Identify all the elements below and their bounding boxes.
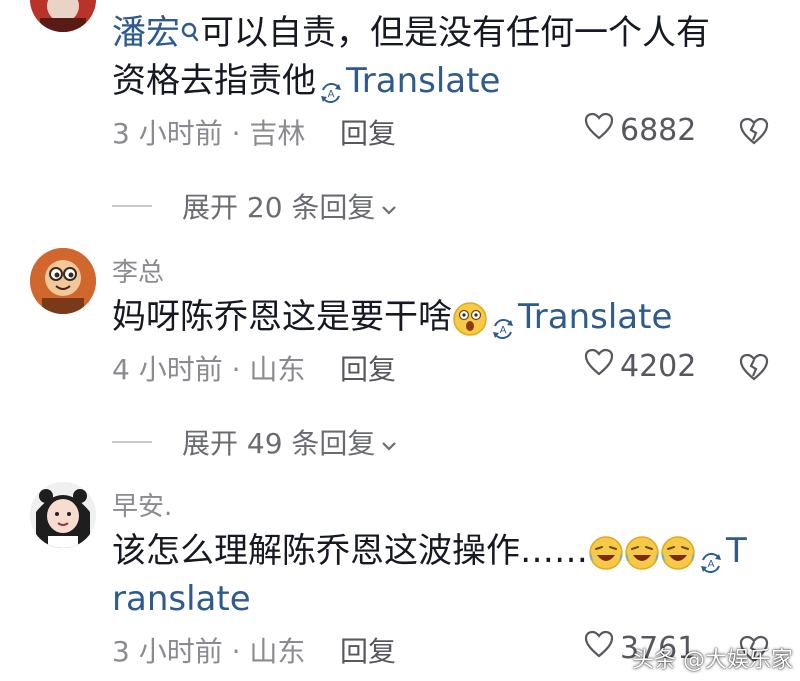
comment-text: 潘宏 可以自责，但是没有任何一个人有	[112, 8, 710, 58]
comment-text: 该怎么理解陈乔恩这波操作…… A T	[112, 526, 747, 576]
comment-time-location: 4 小时前 · 山东	[112, 353, 306, 386]
like-button[interactable]: 6882	[584, 112, 696, 148]
translate-icon[interactable]: A	[318, 70, 344, 103]
svg-text:A: A	[500, 325, 507, 336]
avatar[interactable]	[30, 248, 96, 314]
laughing-emoji-icon	[588, 535, 624, 571]
translate-link[interactable]: Translate	[346, 61, 500, 101]
translate-icon[interactable]: A	[490, 306, 516, 339]
search-icon[interactable]	[180, 8, 200, 42]
heart-icon	[584, 112, 614, 148]
username-mention[interactable]: 潘宏	[112, 13, 180, 53]
username[interactable]: 早安.	[112, 486, 172, 523]
watermark: 头条 @大娱乐家	[632, 648, 793, 673]
expand-replies-button[interactable]: 展开 20 条回复	[112, 186, 397, 226]
laughing-emoji-icon	[624, 535, 660, 571]
username[interactable]: 李总	[112, 252, 164, 289]
heart-icon	[584, 630, 614, 666]
translate-link[interactable]: Translate	[518, 297, 672, 337]
comment-text: 妈呀陈乔恩这是要干啥 A Translate	[112, 292, 672, 342]
dislike-icon[interactable]	[738, 116, 770, 150]
avatar-image	[30, 248, 96, 314]
expand-replies-label: 展开 20 条回复	[182, 191, 376, 224]
like-count: 6882	[620, 112, 697, 148]
like-button[interactable]: 4202	[584, 348, 696, 384]
svg-text:A: A	[708, 559, 715, 570]
comment-body: 该怎么理解陈乔恩这波操作……	[112, 531, 588, 571]
chevron-down-icon	[381, 426, 397, 459]
comment-body-line1: 可以自责，但是没有任何一个人有	[200, 13, 710, 53]
expand-replies-label: 展开 49 条回复	[182, 427, 376, 460]
avatar-image	[30, 0, 96, 32]
avatar-image	[30, 482, 96, 548]
shocked-emoji-icon	[452, 301, 488, 337]
reply-button[interactable]: 回复	[340, 348, 396, 388]
chevron-down-icon	[381, 190, 397, 223]
avatar[interactable]	[30, 0, 96, 32]
comment-time-location: 3 小时前 · 吉林	[112, 117, 306, 150]
divider-line	[112, 441, 152, 443]
comment-text-line2: ranslate	[112, 574, 251, 624]
avatar[interactable]	[30, 482, 96, 548]
like-count: 4202	[620, 348, 697, 384]
comment-text-line2: 资格去指责他 A Translate	[112, 56, 500, 106]
comment-body-line2: 资格去指责他	[112, 61, 316, 101]
dislike-icon[interactable]	[738, 352, 770, 386]
translate-link-part2[interactable]: ranslate	[112, 579, 251, 619]
svg-text:A: A	[328, 89, 335, 100]
laughing-emoji-icon	[660, 535, 696, 571]
translate-icon[interactable]: A	[698, 540, 724, 573]
comment-time-location: 3 小时前 · 山东	[112, 635, 306, 668]
expand-replies-button[interactable]: 展开 49 条回复	[112, 422, 397, 462]
comment-body: 妈呀陈乔恩这是要干啥	[112, 297, 452, 337]
reply-button[interactable]: 回复	[340, 630, 396, 670]
divider-line	[112, 205, 152, 207]
translate-link-part1[interactable]: T	[726, 531, 747, 571]
heart-icon	[584, 348, 614, 384]
reply-button[interactable]: 回复	[340, 112, 396, 152]
